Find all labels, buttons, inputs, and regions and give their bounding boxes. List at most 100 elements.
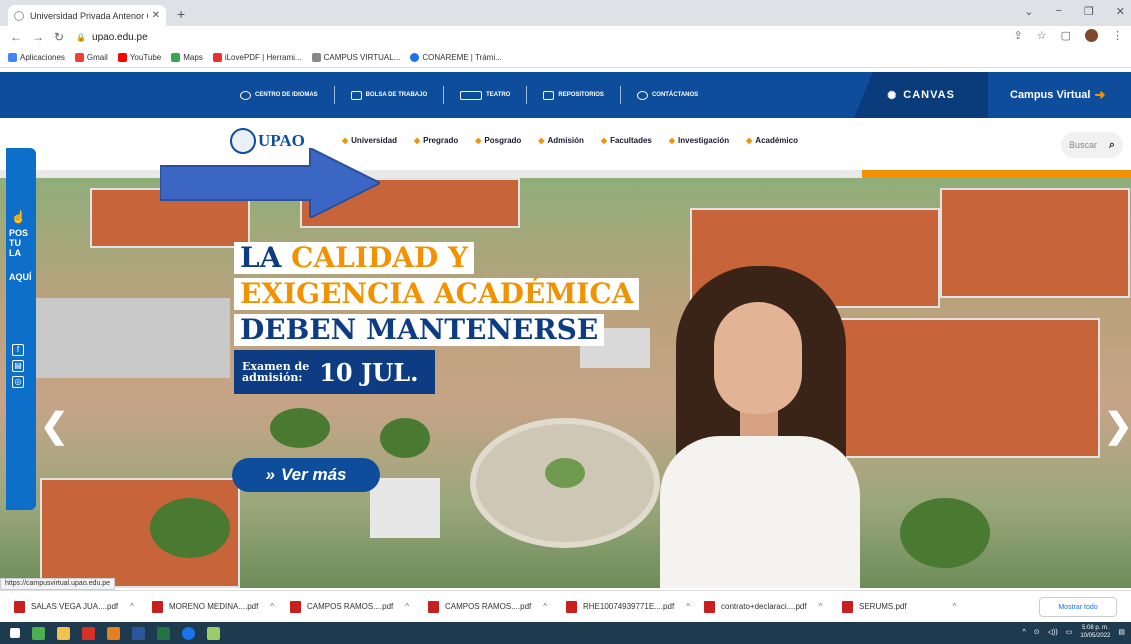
- bookmark-star-icon[interactable]: ☆: [1037, 29, 1047, 42]
- chevron-up-icon[interactable]: ^: [130, 602, 134, 611]
- apps-grid-icon: [8, 53, 17, 62]
- minimize-icon[interactable]: −: [1055, 5, 1061, 18]
- canvas-link[interactable]: ✺ CANVAS: [854, 72, 988, 118]
- excel-icon[interactable]: [157, 626, 170, 640]
- search-box[interactable]: Buscar ⌕: [1061, 132, 1123, 158]
- accent-divider: [862, 170, 1131, 178]
- pdf-icon: [290, 600, 301, 613]
- exam-date: 10 JUL.: [319, 357, 419, 387]
- volume-icon[interactable]: ◁)): [1048, 628, 1058, 636]
- app-icon[interactable]: [207, 626, 220, 640]
- nav-posgrado[interactable]: ◆ Posgrado: [475, 136, 521, 145]
- nav-universidad[interactable]: ◆ Universidad: [342, 136, 397, 145]
- nav-facultades[interactable]: ◆ Facultades: [601, 136, 652, 145]
- bookmark-gmail[interactable]: Gmail: [74, 53, 108, 62]
- menu-icon[interactable]: ⋮: [1112, 29, 1123, 42]
- bookmark-conareme[interactable]: CONAREME | Trámi...: [410, 53, 502, 62]
- chevron-up-icon[interactable]: ^: [686, 602, 690, 611]
- chevron-up-icon[interactable]: ^: [270, 602, 274, 611]
- close-window-icon[interactable]: ✕: [1116, 5, 1125, 18]
- close-tab-icon[interactable]: ✕: [152, 10, 160, 21]
- office-icon[interactable]: [107, 626, 120, 640]
- campus-roof: [370, 478, 440, 538]
- bookmark-apps[interactable]: Aplicaciones: [8, 53, 65, 62]
- share-icon[interactable]: ⇪: [1014, 29, 1023, 42]
- download-item[interactable]: CAMPOS RAMOS....pdf ^: [428, 600, 566, 613]
- status-url: https://campusvirtual.upao.edu.pe: [0, 578, 116, 590]
- lock-icon[interactable]: 🔒: [76, 33, 86, 42]
- word-icon[interactable]: [132, 626, 145, 640]
- social-icons: f ▤ ◎: [12, 344, 24, 388]
- tree: [150, 498, 230, 558]
- edge-icon[interactable]: [182, 626, 195, 640]
- bookmark-maps[interactable]: Maps: [171, 53, 203, 62]
- notifications-icon[interactable]: ▤: [1118, 628, 1125, 636]
- pdf-icon: [14, 600, 25, 613]
- tab-title: Universidad Privada Antenor Or...: [30, 10, 148, 21]
- download-item[interactable]: MORENO MEDINA....pdf ^: [152, 600, 290, 613]
- bookmark-youtube[interactable]: YouTube: [117, 53, 161, 62]
- next-slide-icon[interactable]: ❯: [1104, 406, 1131, 446]
- side-social-bar: [6, 148, 36, 510]
- address-bar[interactable]: 🔒 upao.edu.pe: [76, 28, 996, 46]
- facebook-icon[interactable]: f: [12, 344, 24, 356]
- reload-icon[interactable]: ↻: [54, 30, 64, 44]
- bookmark-campus-virtual[interactable]: CAMPUS VIRTUAL...: [311, 53, 400, 62]
- tree: [270, 408, 330, 448]
- divider: [526, 86, 528, 104]
- toolbar-actions: ⇪ ☆ ▢ ⋮: [1014, 29, 1123, 42]
- link-label: REPOSITORIOS: [558, 92, 604, 98]
- conareme-icon: [410, 53, 420, 62]
- chrome-taskbar-icon[interactable]: [32, 626, 45, 640]
- download-item[interactable]: contrato+declaraci....pdf ^: [704, 600, 842, 613]
- download-item[interactable]: RHE10074939771E....pdf ^: [566, 600, 704, 613]
- link-teatro[interactable]: TEATRO: [460, 90, 510, 100]
- new-tab-icon[interactable]: +: [177, 6, 185, 22]
- side-promo-text[interactable]: POS TU LA AQUÍ: [9, 228, 32, 282]
- ilovepdf-icon: [212, 53, 222, 62]
- tab-search-icon[interactable]: ⌄: [1024, 5, 1033, 18]
- pdf-icon: [428, 600, 439, 613]
- chevron-up-icon[interactable]: ^: [953, 602, 957, 611]
- browser-tab[interactable]: Universidad Privada Antenor Or... ✕: [8, 5, 166, 26]
- acrobat-icon[interactable]: [82, 626, 95, 640]
- profile-avatar[interactable]: [1085, 29, 1098, 42]
- link-contactanos[interactable]: CONTÁCTANOS: [636, 90, 698, 100]
- nav-investigacion[interactable]: ◆ Investigación: [669, 136, 729, 145]
- campus-building: [940, 188, 1130, 298]
- download-item[interactable]: CAMPOS RAMOS....pdf ^: [290, 600, 428, 613]
- bookmark-label: Gmail: [86, 53, 108, 62]
- link-centro-idiomas[interactable]: CENTRO DE IDIOMAS: [240, 90, 318, 100]
- nav-pregrado[interactable]: ◆ Pregrado: [414, 136, 458, 145]
- bookmark-ilovepdf[interactable]: iLovePDF | Herrami...: [212, 53, 302, 62]
- prev-slide-icon[interactable]: ❮: [40, 406, 69, 446]
- tray-chevron-icon[interactable]: ^: [1023, 629, 1026, 636]
- show-all-button[interactable]: Mostrar todo: [1039, 597, 1117, 617]
- back-icon[interactable]: ←: [10, 30, 22, 44]
- restore-icon[interactable]: ❐: [1084, 5, 1094, 18]
- download-item[interactable]: SALAS VEGA JUA....pdf ^: [14, 600, 152, 613]
- link-repositorios[interactable]: REPOSITORIOS: [543, 90, 604, 100]
- forward-icon[interactable]: →: [32, 30, 44, 44]
- chevron-up-icon[interactable]: ^: [405, 602, 409, 611]
- side-panel-icon[interactable]: ▢: [1061, 29, 1071, 42]
- maps-icon: [171, 53, 181, 62]
- download-item[interactable]: SERUMS.pdf ^: [842, 600, 980, 613]
- nav-admision[interactable]: ◆ Admisión: [538, 136, 584, 145]
- nav-academico[interactable]: ◆ Académico: [746, 136, 798, 145]
- network-icon[interactable]: ⊙: [1034, 628, 1040, 636]
- file-explorer-icon[interactable]: [57, 626, 70, 640]
- chevron-up-icon[interactable]: ^: [819, 602, 823, 611]
- link-bolsa-trabajo[interactable]: BOLSA DE TRABAJO: [350, 90, 427, 100]
- display-icon[interactable]: ▭: [1066, 628, 1073, 636]
- bookmark-label: CONAREME | Trámi...: [422, 53, 502, 62]
- instagram-icon[interactable]: ◎: [12, 376, 24, 388]
- linkedin-icon[interactable]: ▤: [12, 360, 24, 372]
- windows-start-icon[interactable]: [10, 628, 20, 638]
- chevron-up-icon[interactable]: ^: [543, 602, 547, 611]
- ver-mas-button[interactable]: » Ver más: [232, 458, 380, 492]
- headline-line-1: LA CALIDAD Y: [234, 242, 474, 274]
- campus-virtual-link[interactable]: Campus Virtual ➜: [988, 72, 1131, 118]
- clock[interactable]: 5:08 p. m. 10/05/2022: [1080, 624, 1110, 640]
- search-icon[interactable]: ⌕: [1109, 139, 1115, 152]
